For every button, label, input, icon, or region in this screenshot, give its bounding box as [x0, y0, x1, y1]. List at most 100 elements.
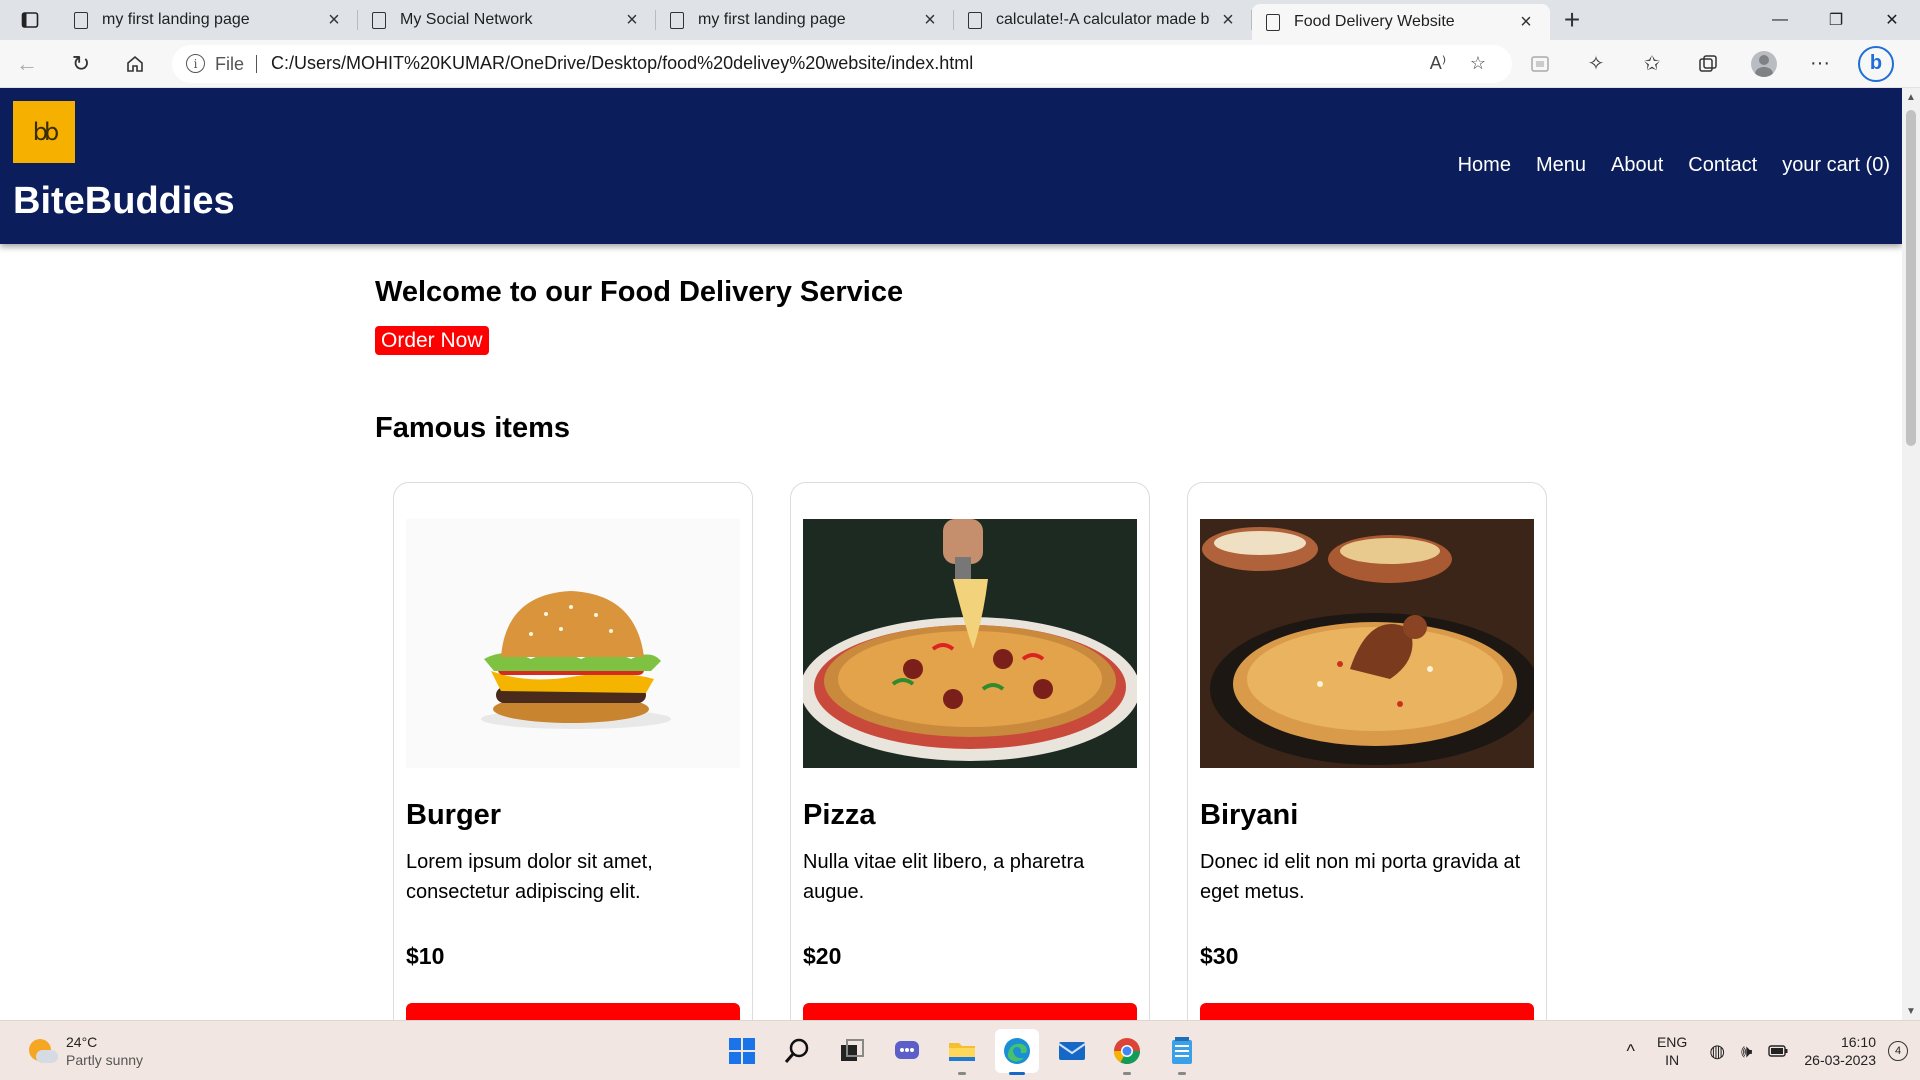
file-explorer-button[interactable] — [940, 1029, 984, 1075]
chevron-up-icon: ^ — [1626, 1040, 1635, 1061]
url-text[interactable]: C:/Users/MOHIT%20KUMAR/OneDrive/Desktop/… — [271, 53, 1418, 74]
browser-tab-4[interactable]: calculate!-A calculator made by m × — [954, 0, 1252, 40]
speaker-icon: 🕪 — [1741, 1040, 1753, 1061]
tab-actions-button[interactable] — [0, 0, 60, 40]
restore-button[interactable]: ❐ — [1808, 0, 1864, 40]
more-icon: ··· — [1810, 52, 1830, 74]
browser-tab-1[interactable]: my first landing page × — [60, 0, 358, 40]
add-favorite-icon[interactable]: ☆ — [1458, 53, 1498, 74]
browser-tab-3[interactable]: my first landing page × — [656, 0, 954, 40]
edge-browser-button[interactable] — [995, 1029, 1039, 1075]
input-language-indicator[interactable]: ENG IN — [1643, 1033, 1701, 1069]
collections-button[interactable] — [1680, 44, 1736, 84]
refresh-button[interactable]: ↻ — [54, 44, 108, 84]
weather-widget[interactable]: 24°C Partly sunny — [26, 1033, 143, 1069]
add-to-cart-button[interactable] — [1200, 1003, 1534, 1020]
notepad-icon — [1172, 1037, 1192, 1064]
teams-chat-button[interactable] — [885, 1029, 929, 1073]
battery-button[interactable] — [1760, 1041, 1796, 1062]
address-bar[interactable]: i File C:/Users/MOHIT%20KUMAR/OneDrive/D… — [172, 44, 1512, 83]
add-to-cart-button[interactable] — [803, 1003, 1137, 1020]
item-name: Burger — [406, 799, 502, 831]
split-screen-icon — [1531, 55, 1549, 72]
show-hidden-icons-button[interactable]: ^ — [1619, 1041, 1643, 1062]
tab-title: My Social Network — [400, 11, 533, 28]
back-button[interactable]: ← — [0, 44, 54, 84]
restore-icon: ❐ — [1828, 12, 1844, 29]
food-card-burger: Burger Lorem ipsum dolor sit amet, conse… — [393, 482, 753, 1020]
browser-tab-2[interactable]: My Social Network × — [358, 0, 656, 40]
tab-actions-icon — [21, 12, 39, 28]
bing-chat-button[interactable]: b — [1858, 45, 1894, 82]
search-button[interactable] — [775, 1029, 819, 1073]
browser-tab-5-active[interactable]: Food Delivery Website × — [1252, 4, 1550, 40]
nav-cart-link[interactable]: your cart (0) — [1782, 154, 1890, 177]
notepad-button[interactable] — [1160, 1029, 1204, 1075]
logo-glyph: bb — [32, 118, 60, 146]
close-window-button[interactable]: ✕ — [1864, 0, 1920, 40]
edge-icon — [1004, 1038, 1030, 1064]
window-controls: — ❐ ✕ — [1752, 0, 1920, 40]
new-tab-button[interactable]: + — [1550, 0, 1594, 40]
close-tab-icon[interactable]: × — [1218, 9, 1238, 32]
close-tab-icon[interactable]: × — [324, 9, 344, 32]
item-description: Donec id elit non mi porta gravida at eg… — [1200, 851, 1521, 903]
tab-title: my first landing page — [102, 11, 250, 28]
plus-icon: + — [1563, 4, 1581, 35]
info-icon[interactable]: i — [186, 54, 205, 73]
network-button[interactable]: ◍ — [1701, 1041, 1733, 1062]
item-price: $20 — [803, 943, 842, 969]
nav-about-link[interactable]: About — [1611, 154, 1663, 177]
close-tab-icon[interactable]: × — [622, 9, 642, 32]
task-view-button[interactable] — [830, 1029, 874, 1073]
famous-items-heading: Famous items — [375, 412, 570, 444]
biryani-image — [1200, 519, 1534, 768]
taskbar-apps — [720, 1029, 1204, 1075]
read-aloud-icon[interactable]: A⁾ — [1418, 53, 1458, 74]
page-scrollbar[interactable]: ▲ ▼ — [1902, 88, 1920, 1020]
close-tab-icon[interactable]: × — [920, 9, 940, 32]
weather-temperature: 24°C — [66, 1034, 98, 1050]
home-icon — [127, 55, 143, 72]
mail-icon — [1058, 1042, 1086, 1060]
item-name: Biryani — [1200, 799, 1299, 831]
home-button[interactable] — [108, 44, 162, 84]
document-icon — [1266, 13, 1280, 31]
volume-button[interactable]: 🕪 — [1733, 1041, 1760, 1062]
weather-condition: Partly sunny — [66, 1052, 144, 1068]
item-description: Lorem ipsum dolor sit amet, consectetur … — [406, 851, 653, 903]
mail-button[interactable] — [1050, 1029, 1094, 1073]
nav-contact-link[interactable]: Contact — [1688, 154, 1757, 177]
site-logo[interactable]: bb — [13, 101, 75, 163]
favorites-icon: ✩ — [1643, 53, 1661, 75]
profile-button[interactable] — [1736, 44, 1792, 84]
minimize-button[interactable]: — — [1752, 0, 1808, 40]
burger-image — [406, 519, 740, 768]
site-header: bb BiteBuddies Home Menu About Contact y… — [0, 88, 1902, 244]
scrollbar-thumb[interactable] — [1906, 110, 1916, 446]
system-clock[interactable]: 16:10 26-03-2023 — [1796, 1033, 1884, 1069]
globe-icon: ◍ — [1709, 1040, 1726, 1061]
extensions-button[interactable]: ✧ — [1568, 44, 1624, 84]
start-button[interactable] — [720, 1029, 764, 1073]
settings-menu-button[interactable]: ··· — [1792, 44, 1848, 84]
add-to-cart-button[interactable] — [406, 1003, 740, 1020]
chrome-button[interactable] — [1105, 1029, 1149, 1075]
puzzle-icon: ✧ — [1587, 53, 1605, 75]
food-card-biryani: Biryani Donec id elit non mi porta gravi… — [1187, 482, 1547, 1020]
order-now-button[interactable]: Order Now — [375, 326, 489, 355]
favorites-button[interactable]: ✩ — [1624, 44, 1680, 84]
scroll-up-arrow-icon[interactable]: ▲ — [1902, 88, 1920, 106]
welcome-heading: Welcome to our Food Delivery Service — [375, 276, 904, 308]
notification-badge[interactable]: 4 — [1888, 1041, 1908, 1061]
close-tab-icon[interactable]: × — [1516, 11, 1536, 34]
nav-menu-link[interactable]: Menu — [1536, 154, 1586, 177]
nav-home-link[interactable]: Home — [1458, 154, 1511, 177]
avatar — [1751, 50, 1777, 77]
scroll-down-arrow-icon[interactable]: ▼ — [1902, 1002, 1920, 1020]
document-icon — [74, 11, 88, 29]
tab-title: calculate!-A calculator made by m — [996, 11, 1210, 28]
tab-title: my first landing page — [698, 11, 846, 28]
chrome-icon — [1113, 1038, 1141, 1065]
browser-essentials-button[interactable] — [1512, 44, 1568, 84]
